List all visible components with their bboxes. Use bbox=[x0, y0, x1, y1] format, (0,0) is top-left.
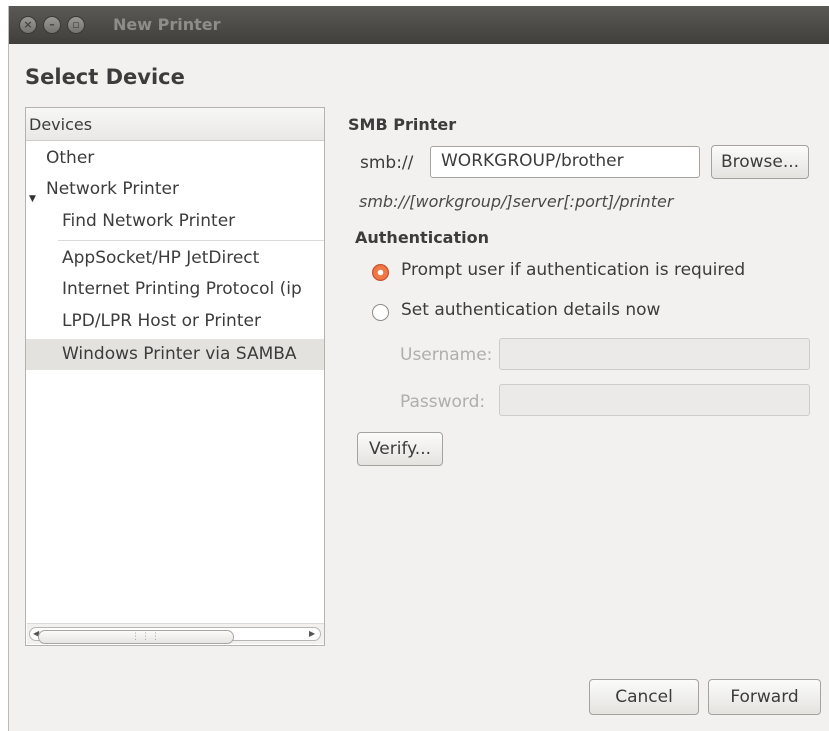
smb-uri-input[interactable]: WORKGROUP/brother bbox=[430, 146, 700, 178]
scrollbar-thumb[interactable]: ⋮⋮⋮ bbox=[38, 630, 234, 644]
grip-icon: ⋮⋮⋮ bbox=[131, 632, 161, 642]
device-item-windows-samba[interactable]: Windows Printer via SAMBA bbox=[26, 339, 324, 370]
device-item-label: AppSocket/HP JetDirect bbox=[62, 248, 260, 268]
cancel-button[interactable]: Cancel bbox=[589, 679, 699, 715]
close-icon: × bbox=[23, 18, 33, 31]
minimize-button[interactable]: – bbox=[43, 16, 61, 34]
smb-section-title: SMB Printer bbox=[348, 115, 457, 134]
device-list[interactable]: Devices Other ▼ Network Printer Find Net… bbox=[25, 107, 325, 646]
username-label: Username: bbox=[400, 345, 493, 365]
username-input[interactable] bbox=[499, 338, 810, 370]
device-item-lpd[interactable]: LPD/LPR Host or Printer bbox=[26, 306, 324, 337]
window-title: New Printer bbox=[113, 15, 221, 34]
set-auth-now-radio[interactable] bbox=[372, 304, 389, 321]
new-printer-window: × – ▫ New Printer Select Device Devices … bbox=[8, 6, 829, 731]
expander-down-icon[interactable]: ▼ bbox=[29, 184, 36, 205]
horizontal-scrollbar[interactable]: ◀ ⋮⋮⋮ ▶ bbox=[27, 623, 324, 644]
close-button[interactable]: × bbox=[19, 16, 37, 34]
maximize-icon: ▫ bbox=[72, 18, 80, 31]
forward-button[interactable]: Forward bbox=[708, 679, 821, 715]
device-item-label: Internet Printing Protocol (ip bbox=[62, 279, 302, 299]
smb-uri-hint: smb://[workgroup/]server[:port]/printer bbox=[359, 192, 674, 211]
device-item-find-network-printer[interactable]: Find Network Printer bbox=[26, 206, 324, 237]
scrollbar-track[interactable]: ◀ ⋮⋮⋮ ▶ bbox=[29, 627, 321, 644]
device-item-label: LPD/LPR Host or Printer bbox=[62, 311, 261, 331]
tree-separator bbox=[58, 240, 324, 241]
scroll-right-icon[interactable]: ▶ bbox=[309, 628, 315, 640]
device-item-label: Network Printer bbox=[46, 179, 179, 199]
device-item-appsocket[interactable]: AppSocket/HP JetDirect bbox=[26, 243, 324, 274]
device-item-label: Windows Printer via SAMBA bbox=[62, 344, 297, 364]
device-item-network-printer[interactable]: ▼ Network Printer bbox=[26, 174, 324, 205]
password-input[interactable] bbox=[499, 384, 810, 416]
device-item-ipp[interactable]: Internet Printing Protocol (ip bbox=[26, 274, 324, 305]
password-label: Password: bbox=[400, 392, 486, 412]
prompt-auth-radio[interactable] bbox=[372, 264, 389, 281]
set-auth-now-label[interactable]: Set authentication details now bbox=[401, 300, 660, 320]
device-list-header[interactable]: Devices bbox=[26, 108, 324, 141]
device-item-other[interactable]: Other bbox=[26, 143, 324, 174]
titlebar: × – ▫ New Printer bbox=[9, 6, 829, 44]
maximize-button[interactable]: ▫ bbox=[67, 16, 85, 34]
device-item-label: Find Network Printer bbox=[62, 211, 236, 231]
verify-button[interactable]: Verify... bbox=[357, 432, 443, 466]
browse-button[interactable]: Browse... bbox=[711, 145, 809, 179]
minimize-icon: – bbox=[49, 18, 55, 31]
authentication-section-title: Authentication bbox=[355, 228, 489, 247]
device-item-label: Other bbox=[46, 148, 95, 168]
prompt-auth-label[interactable]: Prompt user if authentication is require… bbox=[401, 260, 745, 280]
smb-prefix-label: smb:// bbox=[360, 153, 414, 173]
page-title: Select Device bbox=[25, 65, 185, 89]
